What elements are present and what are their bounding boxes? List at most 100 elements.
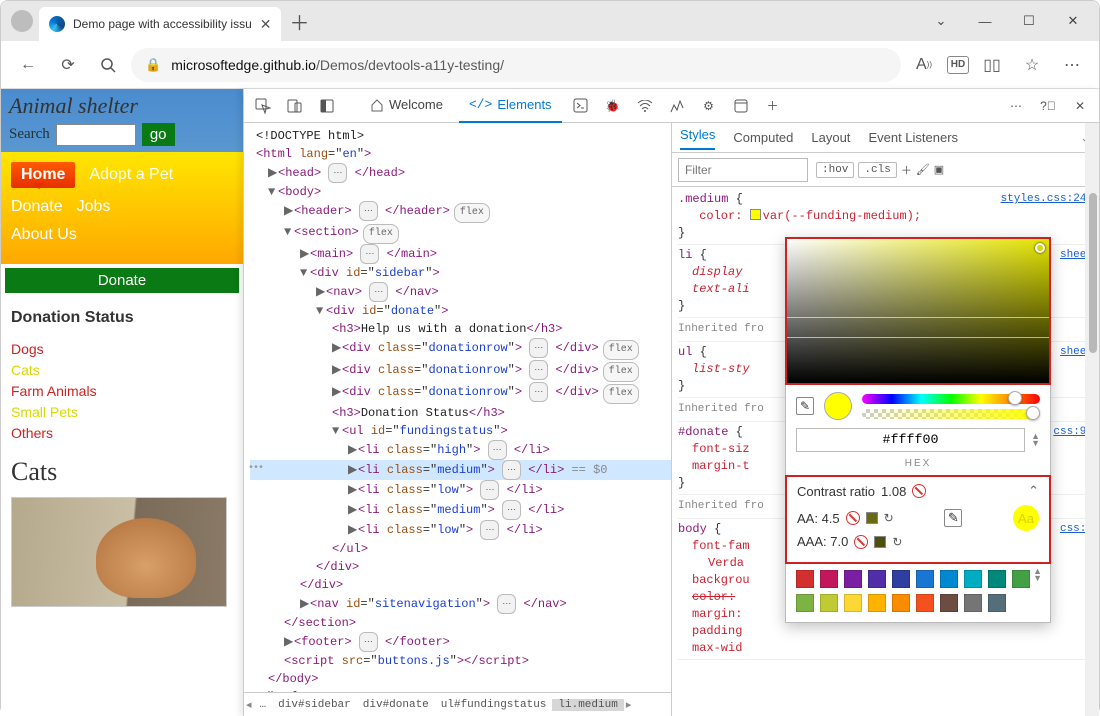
saturation-value-field[interactable] [785,237,1051,385]
minimize-button[interactable]: — [963,5,1007,37]
layout-tab[interactable]: Layout [811,130,850,145]
url-field[interactable]: 🔒 microsoftedge.github.io/Demos/devtools… [131,48,901,82]
palette-swatch[interactable] [892,570,910,588]
more-tabs-icon[interactable]: ＋ [760,93,786,119]
search-input[interactable] [56,124,136,146]
paint-icon[interactable]: 🖌 [916,163,930,177]
bug-icon[interactable]: 🐞 [600,93,626,119]
scrollbar[interactable] [1085,123,1099,716]
nav-home[interactable]: Home [11,162,75,188]
lock-icon: 🔒 [145,57,161,73]
palette-toggle-icon[interactable]: ▲▼ [1033,568,1042,582]
close-tab-icon[interactable]: ✕ [260,16,272,33]
alpha-slider[interactable] [862,409,1040,419]
palette-swatch[interactable] [1012,570,1030,588]
color-swatch[interactable] [750,209,761,220]
refresh-button[interactable]: ⟳ [51,48,85,82]
donation-status-heading: Donation Status [11,309,233,327]
hd-icon[interactable]: HD [947,56,969,74]
palette-swatch[interactable] [796,594,814,612]
breadcrumb[interactable]: ◂ … div#sidebar div#donate ul#fundingsta… [244,692,671,716]
nav-about[interactable]: About Us [11,226,77,244]
close-devtools-icon[interactable]: ✕ [1067,93,1093,119]
network-icon[interactable] [632,93,658,119]
funding-small[interactable]: Small Pets [11,404,233,420]
inspect-icon[interactable] [250,93,276,119]
tab-welcome[interactable]: Welcome [360,89,453,123]
device-icon[interactable] [282,93,308,119]
back-button[interactable]: ← [11,48,45,82]
styles-filter-input[interactable] [678,158,808,182]
selected-dom-node[interactable]: ▶<li class="medium"> ⋯ </li> == $0 [250,460,671,480]
fail-icon [854,535,868,549]
new-rule-icon[interactable]: ＋ [901,162,912,178]
dock-icon[interactable] [314,93,340,119]
computed-tab[interactable]: Computed [733,130,793,145]
palette-swatch[interactable] [820,594,838,612]
eyedropper-icon[interactable]: ✎ [796,397,814,415]
performance-icon[interactable] [664,93,690,119]
format-toggle-icon[interactable]: ▲▼ [1031,433,1040,447]
hov-toggle[interactable]: :hov [816,162,854,178]
tab-title: Demo page with accessibility issu [73,17,252,31]
palette-swatch[interactable] [868,594,886,612]
settings-gear-icon[interactable]: ⚙ [696,93,722,119]
tab-elements[interactable]: </>Elements [459,89,562,123]
palette-swatch[interactable] [988,570,1006,588]
nav-jobs[interactable]: Jobs [77,198,111,216]
dom-tree[interactable]: <!DOCTYPE html> <html lang="en"> ▶<head>… [244,123,671,692]
search-button[interactable] [91,48,125,82]
url-domain: microsoftedge.github.io [171,57,316,73]
console-icon[interactable] [568,93,594,119]
eyedropper-icon[interactable]: ✎ [944,509,962,527]
palette-swatch[interactable] [916,594,934,612]
app-icon[interactable] [728,93,754,119]
close-window-button[interactable]: ✕ [1051,5,1095,37]
palette-swatch[interactable] [964,570,982,588]
nav-adopt[interactable]: Adopt a Pet [89,166,173,184]
funding-farm[interactable]: Farm Animals [11,383,233,399]
funding-others[interactable]: Others [11,425,233,441]
palette-swatch[interactable] [916,570,934,588]
profile-button[interactable] [5,7,39,35]
help-icon[interactable]: ?⃝ [1035,93,1061,119]
new-tab-button[interactable]: ＋ [281,7,317,36]
chevron-up-icon[interactable]: ⌃ [1028,483,1039,499]
address-bar: ← ⟳ 🔒 microsoftedge.github.io/Demos/devt… [1,41,1099,89]
tabs-dropdown-icon[interactable]: ⌄ [919,5,963,37]
palette-swatch[interactable] [844,594,862,612]
palette-swatch[interactable] [940,570,958,588]
menu-button[interactable]: ⋯ [1055,48,1089,82]
read-aloud-icon[interactable]: A)) [907,48,941,82]
palette-swatch[interactable] [892,594,910,612]
hex-input[interactable] [796,428,1025,452]
fail-icon [912,484,926,498]
go-button[interactable]: go [142,123,175,146]
funding-cats[interactable]: Cats [11,362,233,378]
hue-slider[interactable] [862,394,1040,404]
overflow-icon[interactable]: ⋯ [1003,93,1029,119]
donate-button[interactable]: Donate [5,268,239,293]
palette-swatch[interactable] [964,594,982,612]
palette-swatch[interactable] [820,570,838,588]
palette-swatch[interactable] [940,594,958,612]
event-listeners-tab[interactable]: Event Listeners [868,130,958,145]
reader-icon[interactable]: ▯▯ [975,48,1009,82]
flex-editor-icon[interactable]: ▣ [934,163,944,177]
styles-tab[interactable]: Styles [680,127,715,150]
favorite-icon[interactable]: ☆ [1015,48,1049,82]
nav-donate[interactable]: Donate [11,198,63,216]
palette-swatch[interactable] [988,594,1006,612]
source-link[interactable]: styles.css:246 [1001,191,1093,208]
styles-pane: Styles Computed Layout Event Listeners ⌄… [672,123,1099,716]
maximize-button[interactable]: ☐ [1007,5,1051,37]
reload-icon[interactable]: ↻ [892,535,902,549]
search-label: Search [9,126,50,143]
browser-tab[interactable]: Demo page with accessibility issu ✕ [39,7,281,41]
palette-swatch[interactable] [844,570,862,588]
palette-swatch[interactable] [796,570,814,588]
palette-swatch[interactable] [868,570,886,588]
reload-icon[interactable]: ↻ [884,511,894,525]
funding-dogs[interactable]: Dogs [11,341,233,357]
cls-toggle[interactable]: .cls [858,162,896,178]
